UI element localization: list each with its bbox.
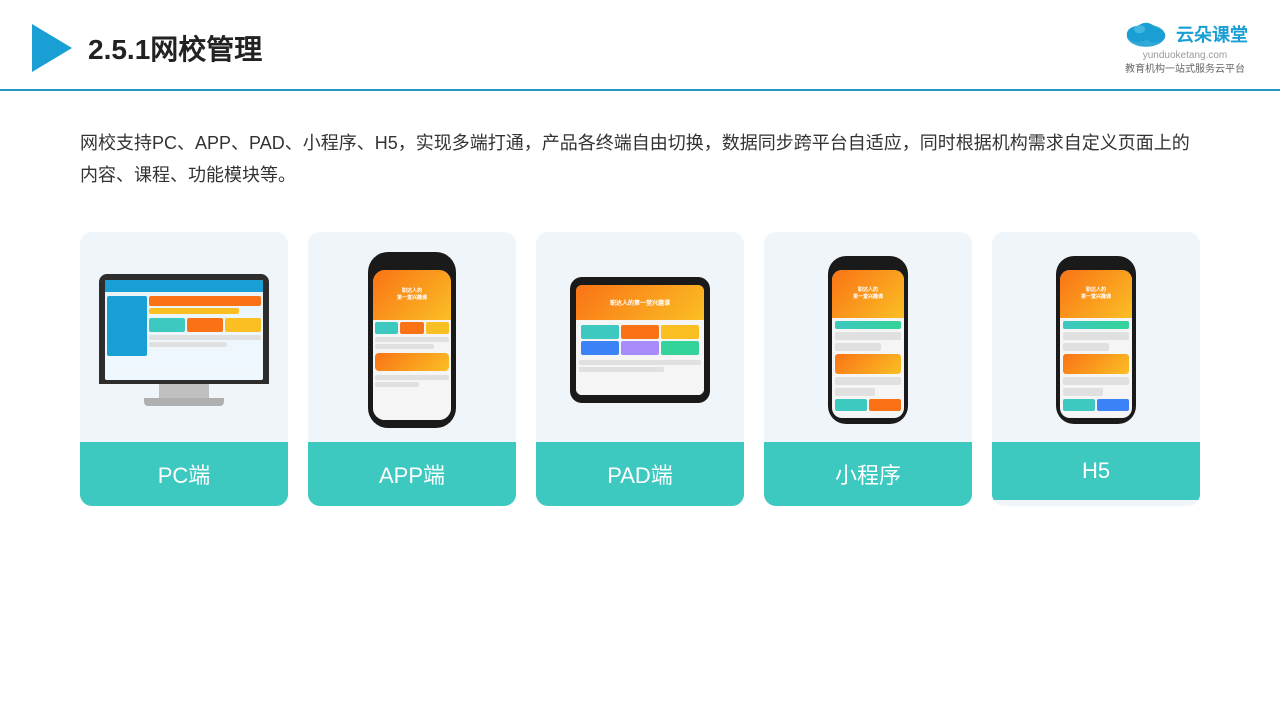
card-app-label: APP端 [308, 442, 516, 506]
pc-monitor-icon [99, 274, 269, 406]
card-app-image: 职达人的第一堂兴趣课 [308, 232, 516, 442]
cloud-logo-icon [1122, 18, 1170, 50]
logo-cloud: 云朵课堂 [1122, 18, 1248, 50]
header-left: 2.5.1网校管理 [32, 24, 262, 72]
card-pc-image [80, 232, 288, 442]
logo-text: 云朵课堂 [1176, 21, 1248, 47]
cards-container: PC端 职达人的第一堂兴趣课 [0, 212, 1280, 526]
card-miniprogram: 职达人的第一堂兴趣课 [764, 232, 972, 506]
card-pad: 职达人的第一堂兴趣课 [536, 232, 744, 506]
card-h5-image: 职达人的第一堂兴趣课 [992, 232, 1200, 442]
phone-mockup-app: 职达人的第一堂兴趣课 [368, 252, 456, 428]
miniprogram-phone-mockup: 职达人的第一堂兴趣课 [828, 256, 908, 424]
logo-url: yunduoketang.com [1143, 50, 1228, 61]
play-icon [32, 24, 72, 72]
logo-tagline: 教育机构一站式服务云平台 [1125, 63, 1245, 77]
card-miniprogram-label: 小程序 [764, 442, 972, 506]
card-miniprogram-image: 职达人的第一堂兴趣课 [764, 232, 972, 442]
card-pc-label: PC端 [80, 442, 288, 506]
card-pc: PC端 [80, 232, 288, 506]
tablet-mockup: 职达人的第一堂兴趣课 [570, 277, 710, 403]
h5-phone-mockup: 职达人的第一堂兴趣课 [1056, 256, 1136, 424]
card-app: 职达人的第一堂兴趣课 [308, 232, 516, 506]
description-text: 网校支持PC、APP、PAD、小程序、H5，实现多端打通，产品各终端自由切换，数… [0, 91, 1280, 212]
page-title: 2.5.1网校管理 [88, 28, 262, 68]
card-h5: 职达人的第一堂兴趣课 [992, 232, 1200, 506]
card-h5-label: H5 [992, 442, 1200, 500]
card-pad-image: 职达人的第一堂兴趣课 [536, 232, 744, 442]
header: 2.5.1网校管理 云朵课堂 yunduoketang.com 教育机构一站式服… [0, 0, 1280, 91]
logo-area: 云朵课堂 yunduoketang.com 教育机构一站式服务云平台 [1122, 18, 1248, 77]
card-pad-label: PAD端 [536, 442, 744, 506]
